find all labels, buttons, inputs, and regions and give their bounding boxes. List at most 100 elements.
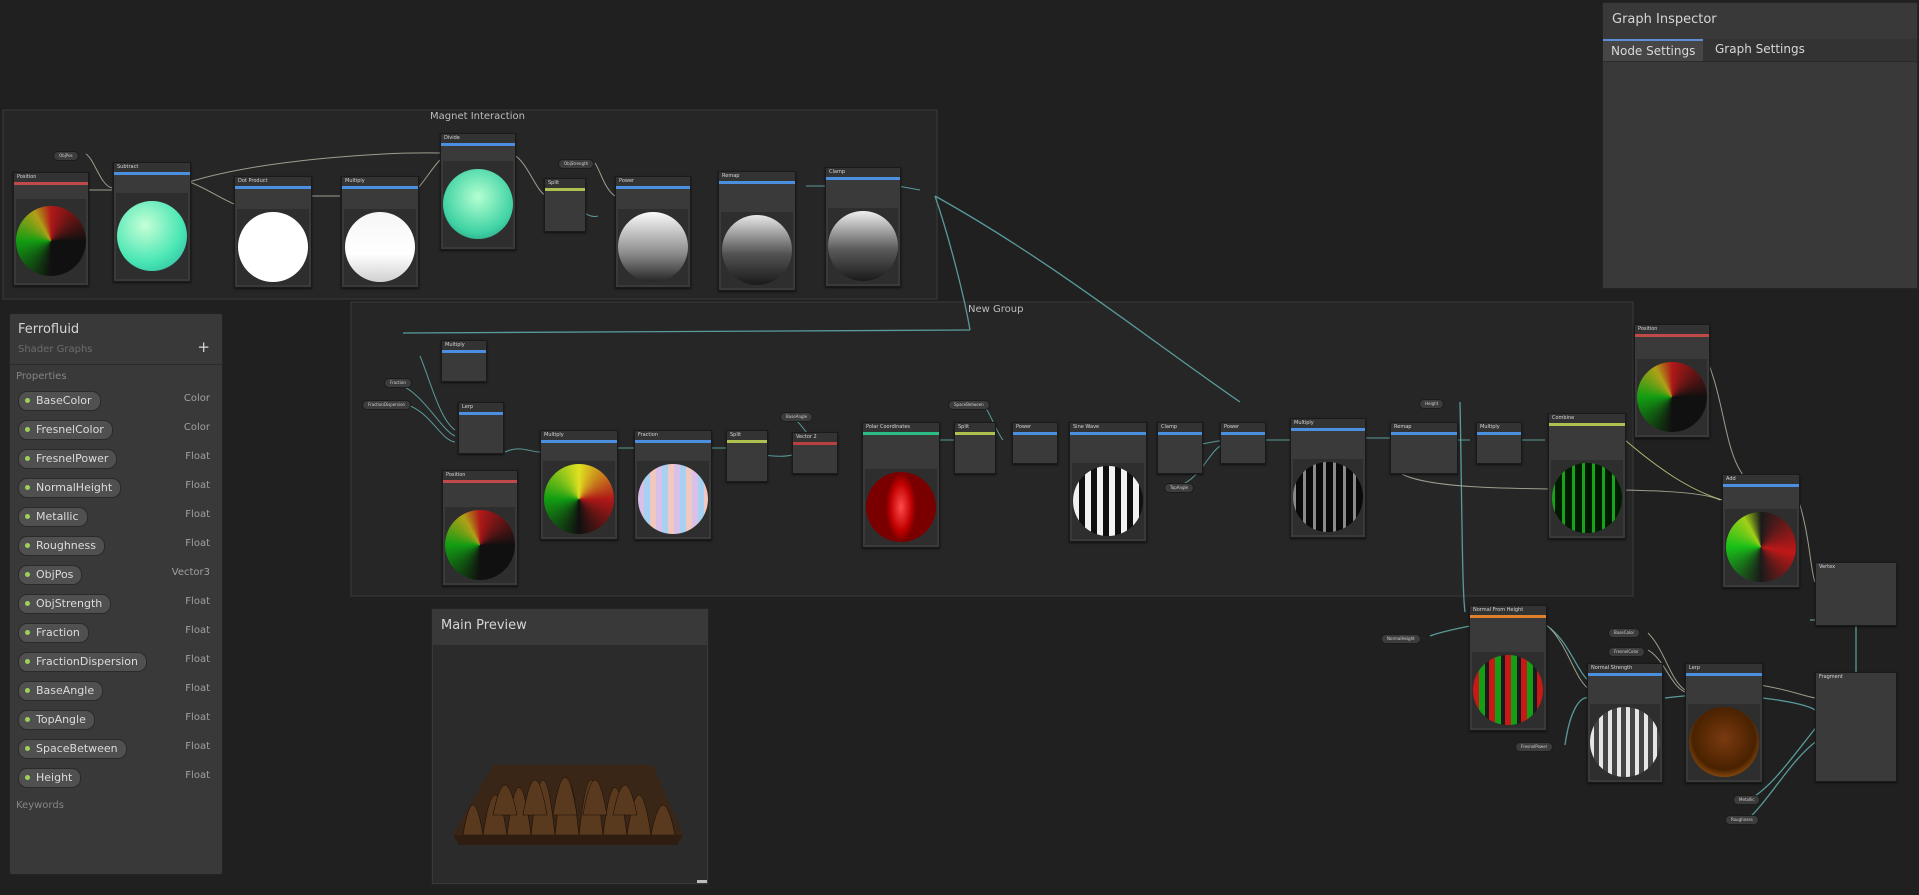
- property-ref-metallic[interactable]: Metallic: [1733, 795, 1761, 805]
- node-multiply[interactable]: Multiply: [341, 176, 419, 288]
- node-dot-product[interactable]: Dot Product: [234, 176, 312, 288]
- property-ref-fresnel-power[interactable]: FresnelPower: [1515, 742, 1554, 752]
- node-add[interactable]: Add: [1722, 474, 1800, 588]
- property-pill[interactable]: FractionDispersion: [18, 652, 147, 672]
- node-fraction[interactable]: Fraction: [634, 430, 712, 540]
- property-pill[interactable]: BaseAngle: [18, 681, 104, 701]
- property-row[interactable]: Metallic Float: [18, 505, 210, 527]
- resize-handle[interactable]: [697, 880, 707, 883]
- property-exposed-icon: [25, 427, 30, 432]
- property-row[interactable]: BaseAngle Float: [18, 679, 210, 701]
- property-type: Float: [185, 625, 210, 636]
- group-title-magnet[interactable]: Magnet Interaction: [430, 111, 525, 122]
- property-ref-base-color[interactable]: BaseColor: [1608, 628, 1641, 638]
- node-normal-strength[interactable]: Normal Strength: [1587, 663, 1663, 783]
- node-preview: [637, 461, 709, 537]
- node-position-2[interactable]: Position: [442, 470, 518, 586]
- main-preview-panel[interactable]: Main Preview: [431, 608, 709, 885]
- property-pill[interactable]: Metallic: [18, 507, 88, 527]
- node-title: Normal From Height: [1470, 606, 1546, 618]
- group-title-new-group[interactable]: New Group: [968, 304, 1023, 315]
- property-pill[interactable]: Fraction: [18, 623, 89, 643]
- property-ref-top-angle[interactable]: TopAngle: [1164, 483, 1195, 493]
- property-pill[interactable]: ObjPos: [18, 565, 83, 585]
- property-ref-fraction-dispersion[interactable]: FractionDispersion: [362, 400, 412, 410]
- node-title: Fragment: [1816, 673, 1896, 682]
- node-multiply-3[interactable]: Multiply: [540, 430, 618, 540]
- property-pill[interactable]: SpaceBetween: [18, 739, 127, 759]
- property-ref-objstrength[interactable]: ObjStrength: [558, 159, 595, 169]
- node-split[interactable]: Split: [544, 178, 586, 232]
- property-ref-normal-height[interactable]: NormalHeight: [1381, 634, 1421, 644]
- node-title: Lerp: [1686, 664, 1762, 676]
- node-lerp-2[interactable]: Lerp: [1685, 663, 1763, 783]
- property-pill[interactable]: Roughness: [18, 536, 106, 556]
- node-polar-coordinates[interactable]: Polar Coordinates: [862, 422, 940, 548]
- property-row[interactable]: BaseColor Color: [18, 389, 210, 411]
- node-power-3[interactable]: Power: [1220, 422, 1266, 464]
- node-vector-2[interactable]: Vector 2: [792, 432, 838, 474]
- property-ref-space-between[interactable]: SpaceBetween: [948, 400, 990, 410]
- node-position-3[interactable]: Position: [1634, 324, 1710, 438]
- graph-inspector-panel[interactable]: Graph Inspector Node Settings Graph Sett…: [1602, 2, 1918, 289]
- property-pill[interactable]: ObjStrength: [18, 594, 112, 614]
- property-row[interactable]: NormalHeight Float: [18, 476, 210, 498]
- property-row[interactable]: SpaceBetween Float: [18, 737, 210, 759]
- node-subtract[interactable]: Subtract: [113, 162, 191, 282]
- property-ref-height[interactable]: Height: [1419, 399, 1445, 409]
- property-pill[interactable]: FresnelPower: [18, 449, 118, 469]
- property-pill[interactable]: BaseColor: [18, 391, 101, 411]
- node-title: Vertex: [1816, 563, 1896, 572]
- property-row[interactable]: Fraction Float: [18, 621, 210, 643]
- property-pill[interactable]: TopAngle: [18, 710, 95, 730]
- property-ref-fresnel-color[interactable]: FresnelColor: [1608, 647, 1645, 657]
- property-row[interactable]: FresnelColor Color: [18, 418, 210, 440]
- property-row[interactable]: FresnelPower Float: [18, 447, 210, 469]
- blackboard-panel[interactable]: Ferrofluid Shader Graphs + Properties Ba…: [9, 313, 223, 875]
- node-power-2[interactable]: Power: [1012, 422, 1058, 464]
- node-vertex[interactable]: Vertex: [1815, 562, 1897, 626]
- property-row[interactable]: FractionDispersion Float: [18, 650, 210, 672]
- properties-header[interactable]: Properties: [16, 371, 67, 382]
- node-lerp[interactable]: Lerp: [458, 402, 504, 454]
- node-preview: [1637, 359, 1707, 435]
- node-multiply-4[interactable]: Multiply: [1290, 418, 1366, 538]
- property-pill[interactable]: NormalHeight: [18, 478, 122, 498]
- add-property-button[interactable]: +: [197, 338, 210, 356]
- tab-node-settings[interactable]: Node Settings: [1603, 39, 1704, 61]
- node-clamp-2[interactable]: Clamp: [1157, 422, 1203, 474]
- property-ref-base-angle[interactable]: BaseAngle: [780, 412, 814, 422]
- property-row[interactable]: TopAngle Float: [18, 708, 210, 730]
- node-clamp[interactable]: Clamp: [825, 167, 901, 287]
- node-combine[interactable]: Combine: [1548, 413, 1626, 539]
- node-remap-2[interactable]: Remap: [1390, 422, 1458, 474]
- property-name: BaseAngle: [36, 684, 95, 697]
- property-exposed-icon: [25, 456, 30, 461]
- keywords-header[interactable]: Keywords: [16, 800, 64, 811]
- node-split-3[interactable]: Split: [954, 422, 996, 474]
- property-name: Height: [36, 771, 73, 784]
- property-ref-fraction[interactable]: Fraction: [384, 378, 412, 388]
- node-preview: [443, 161, 513, 247]
- property-row[interactable]: ObjPos Vector3: [18, 563, 210, 585]
- node-remap[interactable]: Remap: [718, 171, 796, 291]
- property-row[interactable]: ObjStrength Float: [18, 592, 210, 614]
- property-ref-objpos[interactable]: ObjPos: [53, 151, 79, 161]
- node-divide[interactable]: Divide: [440, 133, 516, 250]
- node-position[interactable]: Position: [13, 172, 89, 286]
- node-multiply-2[interactable]: Multiply: [441, 340, 487, 382]
- node-sine-wave[interactable]: Sine Wave: [1069, 422, 1147, 542]
- property-ref-roughness[interactable]: Roughness: [1725, 815, 1759, 825]
- node-fragment[interactable]: Fragment: [1815, 672, 1897, 782]
- property-row[interactable]: Roughness Float: [18, 534, 210, 556]
- node-power[interactable]: Power: [615, 176, 691, 288]
- node-normal-from-height[interactable]: Normal From Height: [1469, 605, 1547, 731]
- node-multiply-5[interactable]: Multiply: [1476, 422, 1522, 464]
- property-pill[interactable]: Height: [18, 768, 82, 788]
- node-split-2[interactable]: Split: [726, 430, 768, 482]
- property-row[interactable]: Height Float: [18, 766, 210, 788]
- tab-graph-settings[interactable]: Graph Settings: [1707, 39, 1813, 59]
- main-preview-viewport[interactable]: [433, 645, 707, 883]
- property-type: Float: [185, 741, 210, 752]
- property-pill[interactable]: FresnelColor: [18, 420, 113, 440]
